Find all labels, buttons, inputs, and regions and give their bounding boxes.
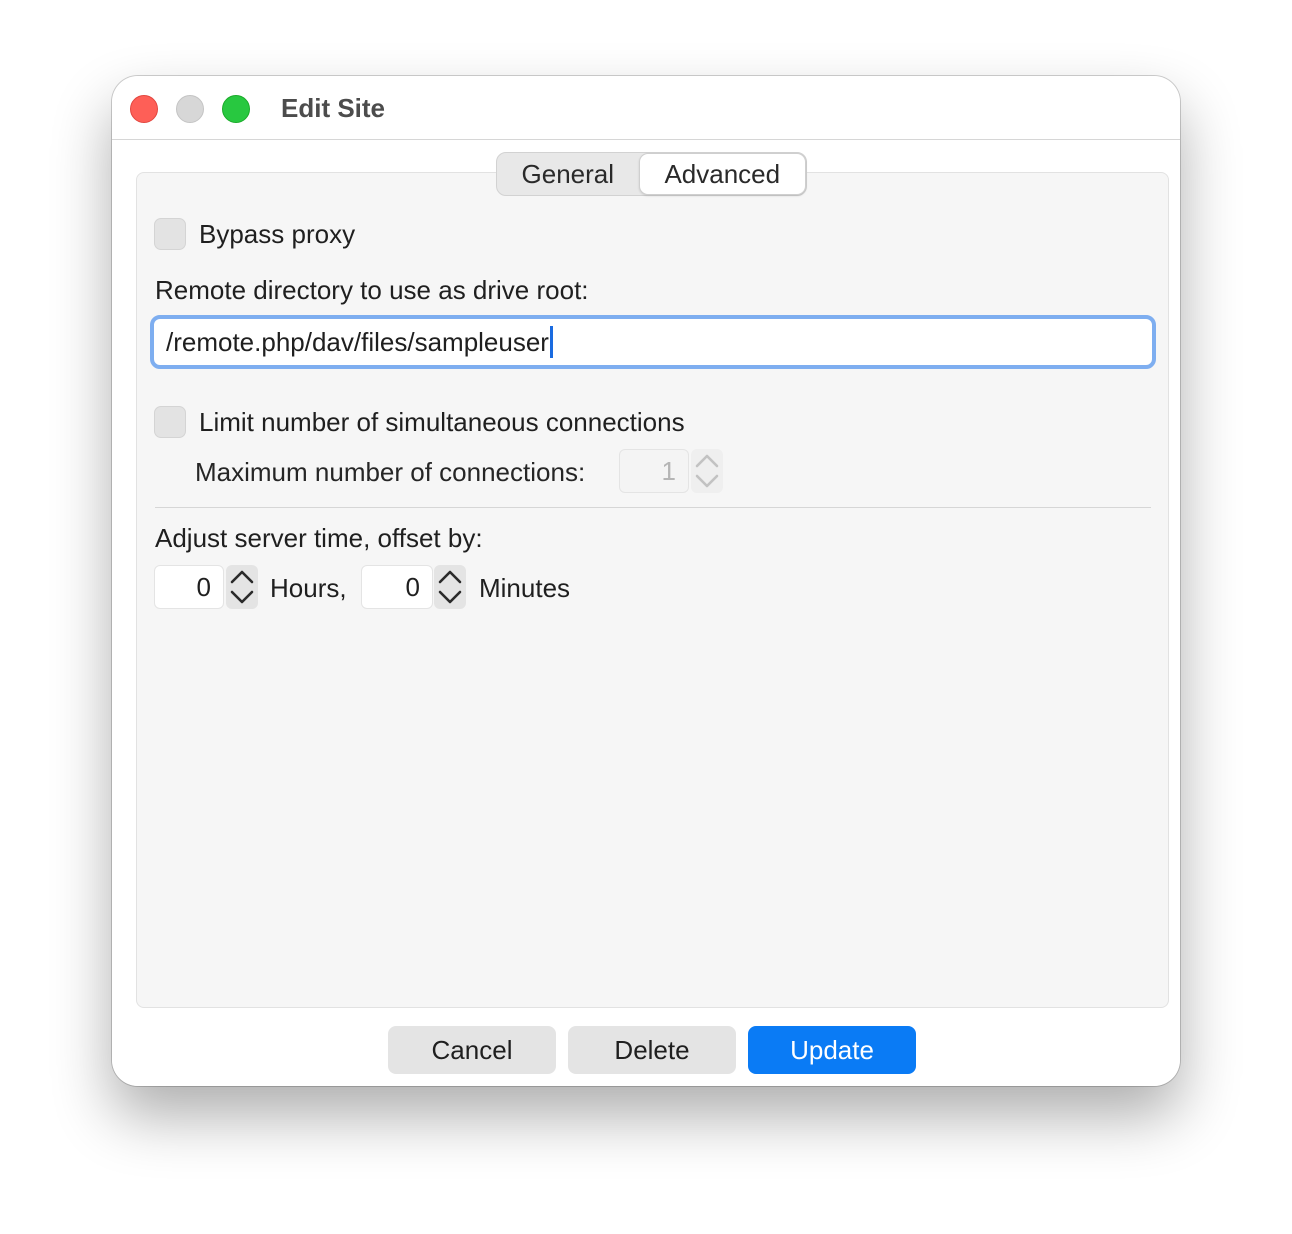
advanced-panel: Bypass proxy Remote directory to use as … [136, 172, 1169, 1008]
remote-directory-input[interactable]: /remote.php/dav/files/sampleuser [150, 315, 1156, 369]
chevron-up-icon [230, 570, 254, 584]
remote-directory-label: Remote directory to use as drive root: [155, 275, 589, 305]
title-bar: Edit Site [112, 76, 1180, 140]
minutes-offset-stepper[interactable] [434, 565, 466, 609]
cancel-button[interactable]: Cancel [388, 1026, 556, 1074]
minutes-label: Minutes [479, 573, 571, 603]
bypass-proxy-label: Bypass proxy [199, 219, 356, 249]
bypass-proxy-checkbox[interactable] [154, 218, 186, 250]
max-connections-field[interactable]: 1 [619, 449, 689, 493]
remote-directory-value: /remote.php/dav/files/sampleuser [166, 326, 549, 357]
chevron-up-icon [438, 570, 462, 584]
minutes-offset-field[interactable]: 0 [361, 565, 433, 609]
window-title: Edit Site [281, 93, 386, 123]
hours-offset-field[interactable]: 0 [154, 565, 224, 609]
hours-offset-stepper[interactable] [226, 565, 258, 609]
chevron-down-icon [230, 590, 254, 604]
server-time-label: Adjust server time, offset by: [155, 523, 483, 553]
limit-connections-checkbox[interactable] [154, 406, 186, 438]
delete-button[interactable]: Delete [568, 1026, 736, 1074]
limit-connections-label: Limit number of simultaneous connections [199, 407, 685, 437]
hours-label: Hours, [270, 573, 347, 603]
chevron-down-icon [438, 590, 462, 604]
text-caret [549, 326, 553, 358]
minimize-window-button[interactable] [176, 95, 204, 123]
chevron-up-icon [695, 454, 719, 468]
edit-site-window: Edit Site General Advanced Bypass proxy … [112, 76, 1180, 1086]
tab-bar: General Advanced [496, 152, 807, 196]
max-connections-stepper[interactable] [691, 449, 723, 493]
tab-general[interactable]: General [497, 153, 639, 195]
chevron-down-icon [695, 474, 719, 488]
tab-advanced[interactable]: Advanced [638, 153, 806, 195]
maximize-window-button[interactable] [222, 95, 250, 123]
max-connections-label: Maximum number of connections: [195, 457, 586, 487]
section-divider [155, 507, 1151, 508]
update-button[interactable]: Update [748, 1026, 916, 1074]
close-window-button[interactable] [130, 95, 158, 123]
